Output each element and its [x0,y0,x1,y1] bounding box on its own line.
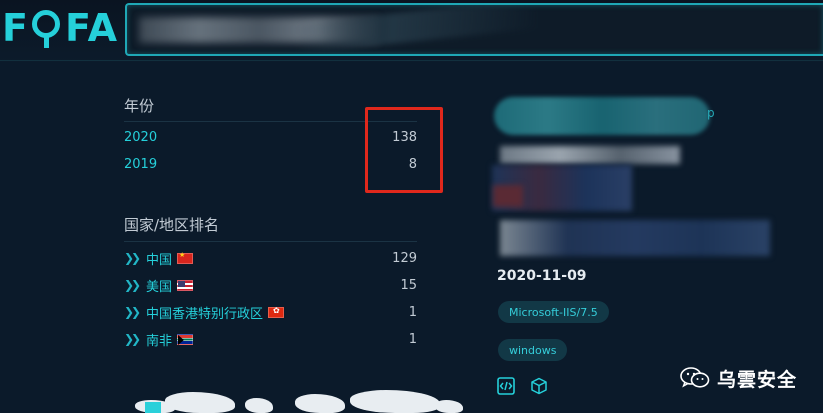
country-label[interactable]: 中国 [146,249,172,268]
double-chevron-right-icon: ❯❯ [124,251,141,265]
fofa-logo[interactable]: F FA [2,4,118,52]
country-row-us[interactable]: ❯❯ 美国 15 [124,275,417,295]
redacted-host-link[interactable] [494,97,710,135]
code-icon[interactable] [497,377,515,395]
redacted-org [500,220,770,256]
country-row-cn[interactable]: ❯❯ 中国 129 [124,248,417,268]
highlight-annotation-box [365,107,443,193]
os-tag[interactable]: windows [498,339,568,361]
country-count: 1 [408,304,417,320]
redacted-flag [493,185,523,207]
year-section-title: 年份 [124,97,155,115]
redacted-ip [500,146,680,164]
country-label[interactable]: 中国香港特别行政区 [146,303,263,322]
cn-flag-icon [177,251,194,264]
cube-icon[interactable] [530,377,548,395]
double-chevron-right-icon: ❯❯ [124,278,141,292]
country-count: 129 [392,250,417,266]
country-row-za[interactable]: ❯❯ 南非 1 [124,329,417,349]
watermark-text: 乌雲安全 [717,368,798,391]
logo-letter-f: F [2,6,29,50]
country-divider [124,241,417,242]
search-input[interactable] [125,3,823,56]
wechat-watermark: 乌雲安全 [680,363,797,393]
double-chevron-right-icon: ❯❯ [124,332,141,346]
us-flag-icon [177,279,194,291]
wechat-icon [680,367,710,388]
hk-flag-icon [268,306,285,318]
redaction-streak [296,5,538,54]
magnifier-o-icon [30,8,64,48]
country-count: 1 [408,331,417,347]
logo-letters-fa: FA [64,6,118,50]
country-section-title: 国家/地区排名 [124,216,220,234]
country-count: 15 [400,277,417,293]
country-label[interactable]: 美国 [146,276,172,295]
result-date: 2020-11-09 [497,268,587,284]
year-label[interactable]: 2020 [124,130,157,145]
world-map [135,388,465,413]
za-flag-icon [177,333,194,345]
country-label[interactable]: 南非 [146,330,172,349]
country-row-hk[interactable]: ❯❯ 中国香港特别行政区 1 [124,302,417,322]
top-header: F FA [0,0,823,62]
header-divider [0,60,823,61]
year-label[interactable]: 2019 [124,157,157,172]
double-chevron-right-icon: ❯❯ [124,305,141,319]
host-link-tail: p [707,106,715,120]
server-tag[interactable]: Microsoft-IIS/7.5 [498,301,609,323]
